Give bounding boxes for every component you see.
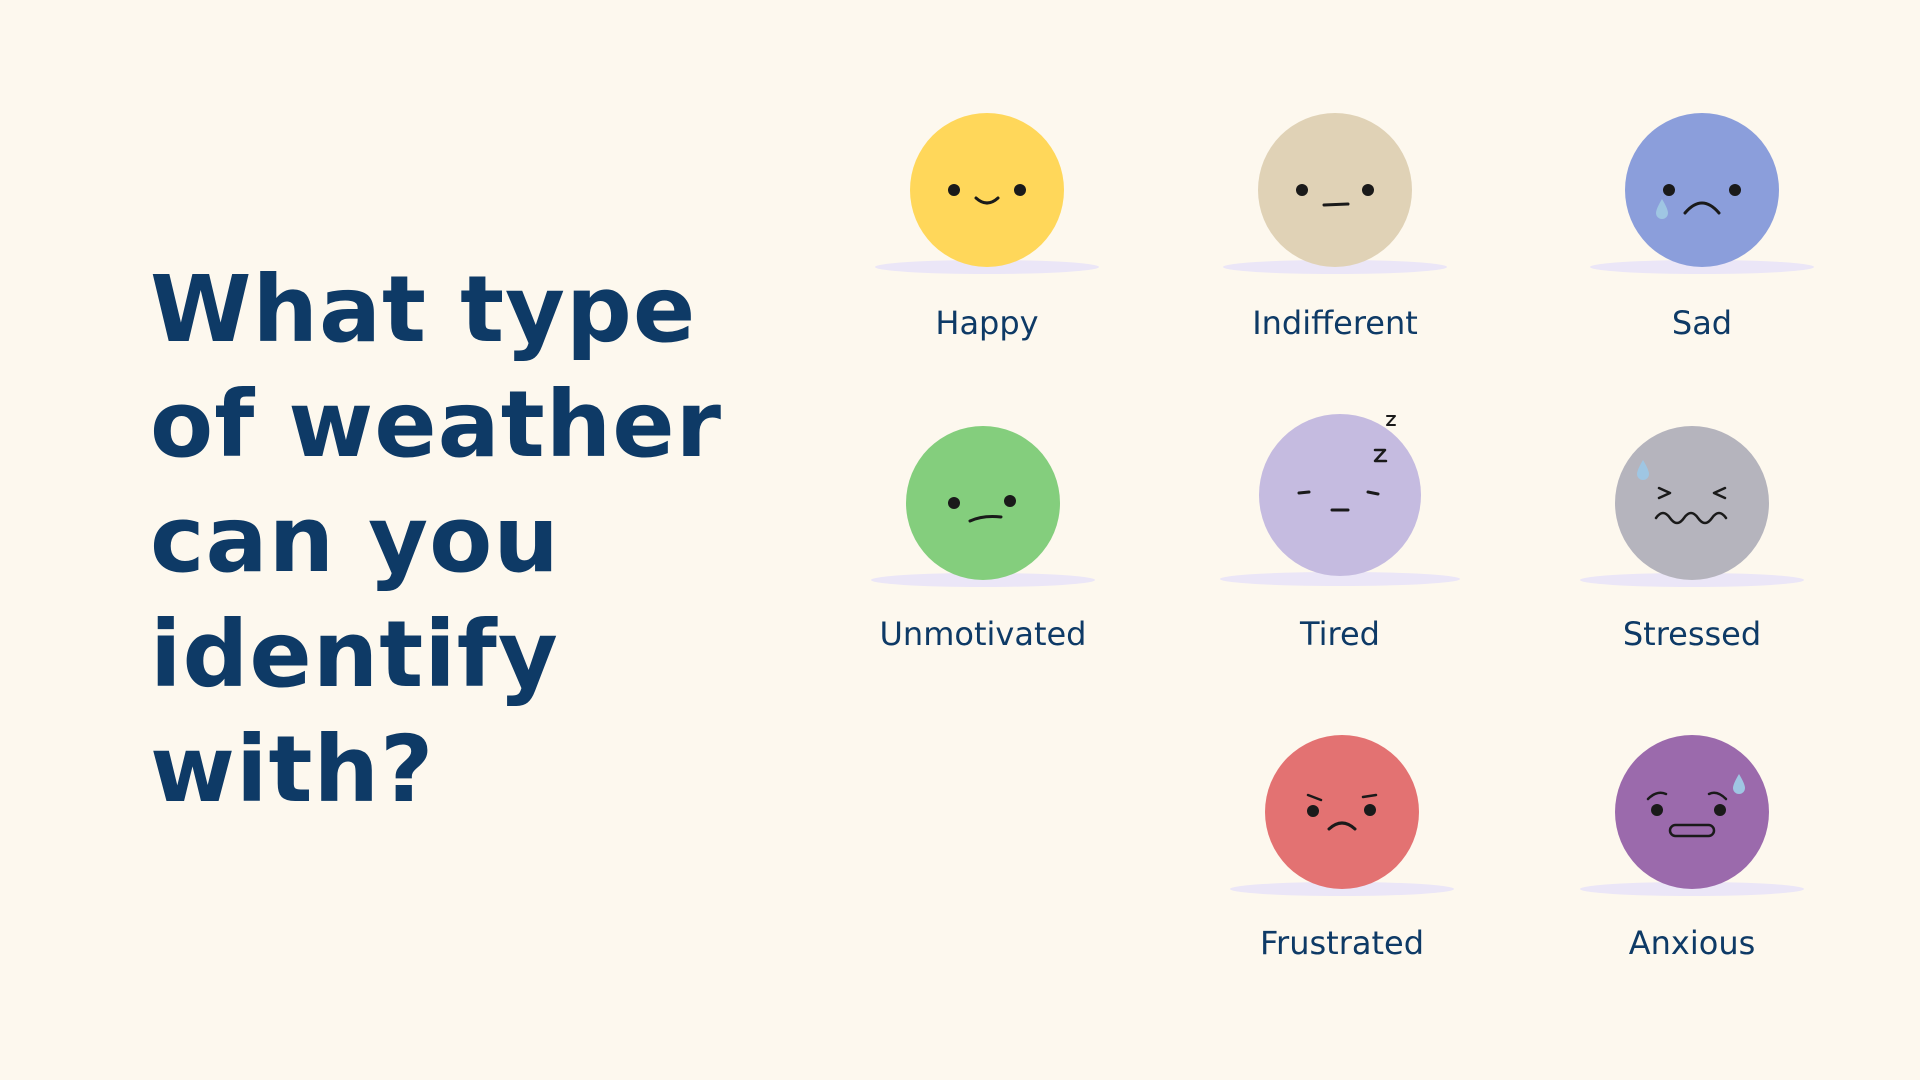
sad-face-icon (1590, 113, 1814, 274)
mood-label-indifferent: Indifferent (1252, 304, 1418, 342)
mood-label-happy: Happy (935, 304, 1039, 342)
mood-option-frustrated[interactable]: Frustrated (1212, 727, 1472, 977)
mood-option-unmotivated[interactable]: Unmotivated (853, 418, 1113, 668)
tired-face-icon (1220, 414, 1460, 586)
indifferent-face-icon (1223, 113, 1447, 274)
frustrated-face-icon (1230, 735, 1454, 896)
mood-option-stressed[interactable]: Stressed (1562, 418, 1822, 668)
unmotivated-face-icon (871, 426, 1095, 587)
face-circle (1265, 735, 1419, 889)
question-heading: What type of weather can you identify wi… (150, 252, 750, 827)
mood-option-anxious[interactable]: Anxious (1562, 727, 1822, 977)
mood-label-unmotivated: Unmotivated (879, 615, 1087, 653)
mood-option-happy[interactable]: Happy (857, 105, 1117, 355)
face-circle (1625, 113, 1779, 267)
mood-label-stressed: Stressed (1622, 615, 1762, 653)
mood-label-sad: Sad (1671, 304, 1733, 342)
face-circle (1258, 113, 1412, 267)
anxious-face-icon (1580, 735, 1804, 896)
stressed-face-icon (1580, 426, 1804, 587)
question-line: What type (150, 256, 697, 363)
face-circle (906, 426, 1060, 580)
question-line: of weather (150, 371, 722, 478)
question-line: identify (150, 601, 559, 708)
mood-option-indifferent[interactable]: Indifferent (1205, 105, 1465, 355)
question-line: can you (150, 486, 560, 593)
mood-label-frustrated: Frustrated (1259, 924, 1425, 962)
mood-option-sad[interactable]: Sad (1572, 105, 1832, 355)
face-circle (1259, 414, 1421, 576)
face-circle (1615, 735, 1769, 889)
mood-option-tired[interactable]: Tired (1210, 411, 1470, 668)
mood-label-anxious: Anxious (1628, 924, 1756, 962)
mood-label-tired: Tired (1300, 615, 1380, 653)
happy-face-icon (875, 113, 1099, 274)
face-circle (910, 113, 1064, 267)
face-circle (1615, 426, 1769, 580)
question-line: with? (150, 716, 435, 823)
